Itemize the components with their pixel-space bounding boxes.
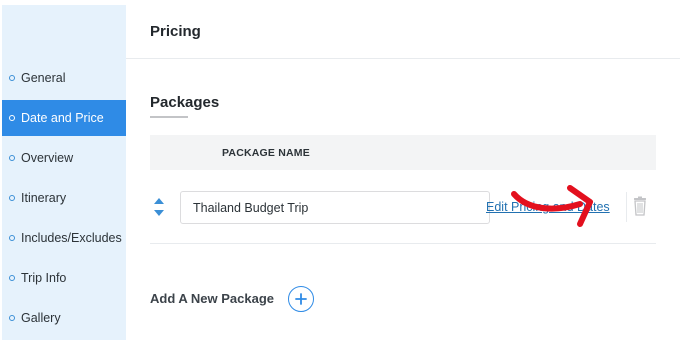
sidebar-item-label: Gallery xyxy=(21,311,61,325)
add-package-label: Add A New Package xyxy=(150,291,275,306)
bullet-icon xyxy=(9,235,15,241)
section-underline xyxy=(150,116,188,118)
sidebar-item-label: Date and Price xyxy=(21,111,104,125)
packages-section-title: Packages xyxy=(150,94,220,111)
sidebar-header xyxy=(2,5,126,60)
package-name-input[interactable] xyxy=(180,191,490,224)
page-header: Pricing xyxy=(126,5,680,59)
bullet-icon xyxy=(9,75,15,81)
column-header-package-name: PACKAGE NAME xyxy=(222,147,310,159)
sidebar-item-label: Overview xyxy=(21,151,74,165)
bullet-icon xyxy=(9,155,15,161)
plus-circle-icon[interactable] xyxy=(288,286,314,312)
sidebar-item-overview[interactable]: Overview xyxy=(2,140,126,176)
edit-pricing-link[interactable]: Edit Pricing and Dates xyxy=(486,200,610,214)
sidebar-item-label: Trip Info xyxy=(21,271,67,285)
packages-table-header: PACKAGE NAME xyxy=(150,135,656,170)
sidebar-item-date-and-price[interactable]: Date and Price xyxy=(2,100,126,136)
page-title: Pricing xyxy=(150,23,201,40)
sidebar-item-label: General xyxy=(21,71,66,85)
main-panel: Pricing Packages PACKAGE NAME Edit Prici… xyxy=(126,0,680,340)
bullet-icon xyxy=(9,195,15,201)
sidebar-item-itinerary[interactable]: Itinerary xyxy=(2,180,126,216)
trash-icon[interactable] xyxy=(632,196,648,216)
sidebar-item-includes-excludes[interactable]: Includes/Excludes xyxy=(2,220,126,256)
sort-arrows-icon[interactable] xyxy=(152,196,166,218)
bullet-icon xyxy=(9,115,15,121)
sidebar-item-gallery[interactable]: Gallery xyxy=(2,300,126,336)
sidebar-item-general[interactable]: General xyxy=(2,60,126,96)
sidebar-nav: General Date and Price Overview Itinerar… xyxy=(2,60,126,336)
package-row: Edit Pricing and Dates xyxy=(150,186,656,244)
sidebar-item-label: Includes/Excludes xyxy=(21,231,122,245)
sidebar-item-label: Itinerary xyxy=(21,191,67,205)
bullet-icon xyxy=(9,315,15,321)
sidebar: General Date and Price Overview Itinerar… xyxy=(2,5,126,340)
sidebar-item-trip-info[interactable]: Trip Info xyxy=(2,260,126,296)
row-divider xyxy=(626,192,627,222)
bullet-icon xyxy=(9,275,15,281)
